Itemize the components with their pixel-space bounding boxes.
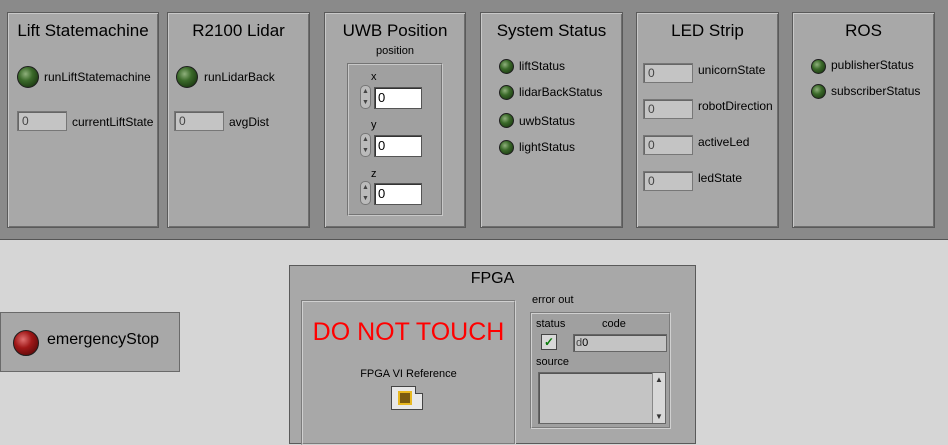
- current-lift-state-label: currentLiftState: [72, 115, 154, 129]
- robot-direction-label: robotDirection: [698, 99, 773, 113]
- panel-title: FPGA: [470, 270, 515, 287]
- source-label: source: [536, 356, 570, 368]
- uwb-status-label: uwbStatus: [519, 114, 576, 128]
- system-status-panel: System Status liftStatus lidarBackStatus…: [480, 12, 623, 228]
- x-label: x: [371, 71, 377, 83]
- y-label: y: [371, 119, 377, 131]
- lidar-back-status-label: lidarBackStatus: [519, 85, 603, 99]
- lift-status-label: liftStatus: [519, 59, 566, 73]
- panel-title: ROS: [845, 21, 882, 40]
- panel-title: Lift Statemachine: [17, 21, 149, 40]
- code-indicator: d0: [573, 334, 667, 352]
- lidar-back-status-led[interactable]: [499, 85, 514, 100]
- avg-dist-indicator: 0: [174, 111, 224, 131]
- unicorn-state-indicator: 0: [643, 63, 693, 83]
- fpga-vi-reference-label: FPGA VI Reference: [360, 368, 457, 380]
- y-spinner-icon[interactable]: ▲ ▼: [360, 133, 371, 157]
- z-label: z: [371, 168, 377, 180]
- run-lift-statemachine-led[interactable]: [17, 66, 39, 88]
- panel-title: R2100 Lidar: [192, 21, 285, 40]
- current-lift-state-indicator: 0: [17, 111, 67, 131]
- robot-direction-indicator: 0: [643, 99, 693, 119]
- do-not-touch-warning: DO NOT TOUCH: [312, 318, 505, 346]
- run-lidar-back-led[interactable]: [176, 66, 198, 88]
- status-label: status: [536, 318, 566, 330]
- x-input[interactable]: 0: [374, 87, 422, 109]
- ros-panel: ROS publisherStatus subscriberStatus: [792, 12, 935, 228]
- panel-title: LED Strip: [671, 21, 744, 40]
- lift-statemachine-panel: Lift Statemachine runLiftStatemachine 0 …: [7, 12, 159, 228]
- subscriber-status-label: subscriberStatus: [831, 84, 921, 98]
- led-state-indicator: 0: [643, 171, 693, 191]
- source-text-box: ▲ ▼: [538, 372, 666, 424]
- uwb-status-led[interactable]: [499, 113, 514, 128]
- panel-title: System Status: [496, 21, 607, 40]
- position-cluster: x ▲ ▼ 0 y ▲ ▼ 0 z ▲ ▼ 0: [347, 63, 443, 216]
- lift-status-led[interactable]: [499, 59, 514, 74]
- z-spinner-icon[interactable]: ▲ ▼: [360, 181, 371, 205]
- uwb-position-panel: UWB Position position x ▲ ▼ 0 y ▲ ▼ 0 z ▲ ▼…: [324, 12, 466, 228]
- led-state-label: ledState: [698, 171, 743, 185]
- led-strip-panel: LED Strip 0 unicornState 0 robotDirectio…: [636, 12, 779, 228]
- emergency-stop-label: emergencyStop: [47, 331, 160, 348]
- unicorn-state-label: unicornState: [698, 63, 766, 77]
- code-label: code: [602, 318, 626, 330]
- fpga-chip-icon[interactable]: [391, 386, 423, 410]
- avg-dist-label: avgDist: [229, 115, 270, 129]
- run-lift-statemachine-label: runLiftStatemachine: [44, 70, 151, 84]
- error-out-cluster: status code ✓ d0 source ▲ ▼: [530, 312, 671, 429]
- z-input[interactable]: 0: [374, 183, 422, 205]
- light-status-label: lightStatus: [519, 140, 576, 154]
- scroll-down-icon[interactable]: ▼: [653, 412, 665, 421]
- emergency-stop-button[interactable]: [13, 330, 39, 356]
- active-led-indicator: 0: [643, 135, 693, 155]
- light-status-led[interactable]: [499, 140, 514, 155]
- scroll-up-icon[interactable]: ▲: [653, 375, 665, 384]
- publisher-status-label: publisherStatus: [831, 58, 914, 72]
- publisher-status-led[interactable]: [811, 59, 826, 74]
- fpga-panel: FPGA DO NOT TOUCH FPGA VI Reference erro…: [289, 265, 696, 445]
- r2100-lidar-panel: R2100 Lidar runLidarBack 0 avgDist: [167, 12, 310, 228]
- code-value: 0: [582, 337, 589, 349]
- subscriber-status-led[interactable]: [811, 84, 826, 99]
- x-spinner-icon[interactable]: ▲ ▼: [360, 85, 371, 109]
- y-input[interactable]: 0: [374, 135, 422, 157]
- emergency-stop-control: emergencyStop: [0, 312, 180, 372]
- position-cluster-label: position: [376, 45, 414, 57]
- run-lidar-back-label: runLidarBack: [204, 70, 275, 84]
- active-led-label: activeLed: [698, 135, 750, 149]
- error-out-label: error out: [532, 294, 574, 306]
- source-scrollbar[interactable]: ▲ ▼: [652, 373, 665, 423]
- panel-title: UWB Position: [342, 21, 448, 40]
- fpga-reference-group: DO NOT TOUCH FPGA VI Reference: [301, 300, 516, 445]
- check-icon: ✓: [541, 334, 557, 350]
